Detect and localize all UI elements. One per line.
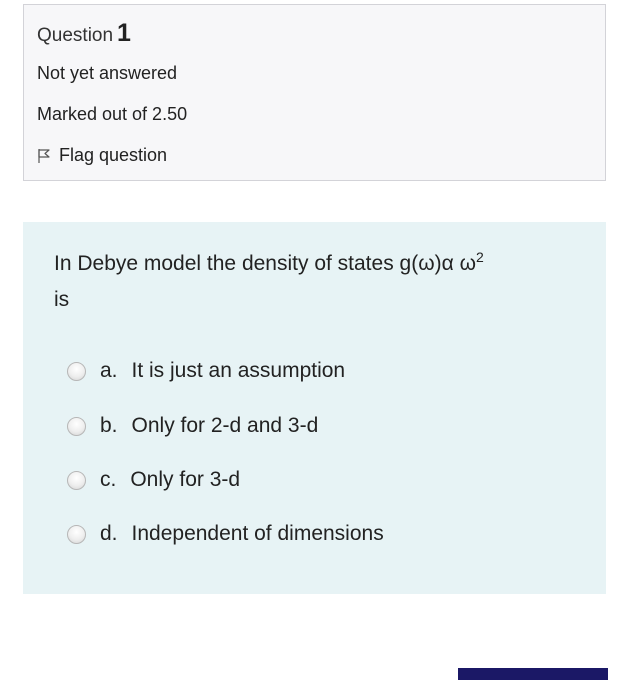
question-title: Question 1 (37, 19, 131, 48)
answer-letter: c. (100, 468, 117, 491)
flag-icon (38, 148, 50, 163)
answer-option-c[interactable]: c. Only for 3-d (67, 468, 240, 492)
next-page-button[interactable] (458, 668, 608, 680)
answer-text: Only for 2-d and 3-d (131, 414, 319, 437)
answer-letter: b. (100, 414, 118, 437)
question-text: In Debye model the density of states g(ω… (54, 246, 574, 318)
question-text-superscript: 2 (475, 249, 484, 265)
answer-letter: a. (100, 359, 118, 382)
question-text-main: In Debye model the density of states g(ω… (54, 252, 476, 275)
answer-text: Independent of dimensions (131, 522, 384, 545)
answer-letter: d. (100, 522, 118, 545)
radio-button-c[interactable] (67, 470, 86, 490)
radio-button-a[interactable] (67, 361, 86, 381)
answer-option-b[interactable]: b. Only for 2-d and 3-d (67, 414, 318, 438)
question-number: 1 (117, 19, 131, 47)
question-grade: Marked out of 2.50 (37, 104, 188, 124)
question-text-continuation: is (54, 288, 70, 311)
flag-question-label: Flag question (59, 145, 168, 165)
answer-text: It is just an assumption (131, 359, 346, 382)
answer-option-d[interactable]: d. Independent of dimensions (67, 522, 384, 546)
answer-text: Only for 3-d (130, 468, 241, 491)
question-content: In Debye model the density of states g(ω… (23, 222, 606, 594)
question-label: Question (37, 25, 114, 46)
radio-button-b[interactable] (67, 416, 86, 436)
answer-option-a[interactable]: a. It is just an assumption (67, 359, 345, 383)
question-info-box: Question 1 Not yet answered Marked out of… (23, 4, 606, 181)
flag-question-link[interactable]: Flag question (37, 145, 167, 166)
radio-button-d[interactable] (67, 524, 86, 544)
question-state: Not yet answered (37, 63, 178, 83)
